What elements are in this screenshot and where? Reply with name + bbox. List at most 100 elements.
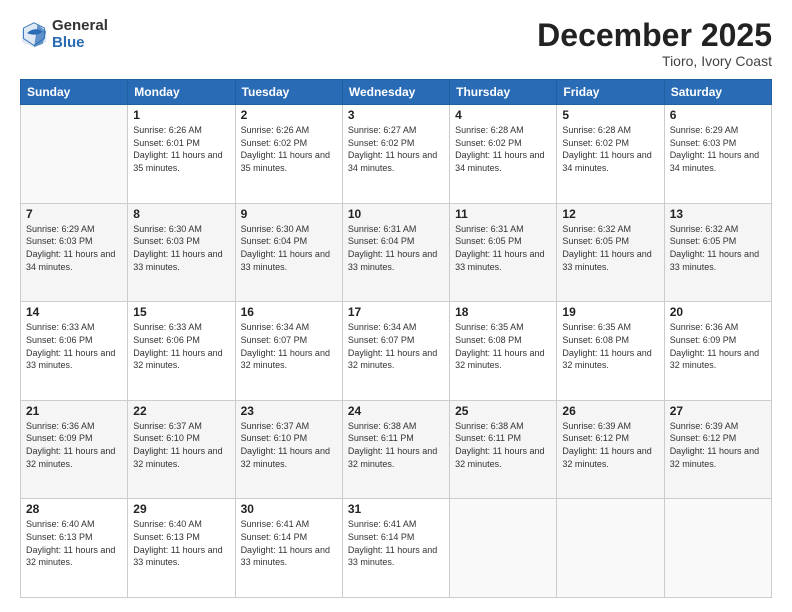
table-row: 9 Sunrise: 6:30 AMSunset: 6:04 PMDaylight… (235, 203, 342, 302)
calendar-page: General Blue December 2025 Tioro, Ivory … (0, 0, 792, 612)
table-row: 28Sunrise: 6:40 AMSunset: 6:13 PMDayligh… (21, 499, 128, 598)
day-info: Sunrise: 6:29 AMSunset: 6:03 PMDaylight:… (670, 124, 766, 174)
day-number: 26 (562, 404, 658, 418)
table-row (21, 105, 128, 204)
table-row: 30 Sunrise: 6:41 AMSunset: 6:14 PMDayligh… (235, 499, 342, 598)
day-info: Sunrise: 6:31 AMSunset: 6:05 PMDaylight:… (455, 223, 551, 273)
day-info: Sunrise: 6:41 AMSunset: 6:14 PMDaylight:… (241, 518, 337, 568)
table-row: 14Sunrise: 6:33 AMSunset: 6:06 PMDayligh… (21, 302, 128, 401)
day-info: Sunrise: 6:28 AMSunset: 6:02 PMDaylight:… (455, 124, 551, 174)
day-number: 12 (562, 207, 658, 221)
table-row: 5Sunrise: 6:28 AMSunset: 6:02 PMDaylight… (557, 105, 664, 204)
day-info: Sunrise: 6:29 AMSunset: 6:03 PMDaylight:… (26, 223, 122, 273)
table-row: 4Sunrise: 6:28 AMSunset: 6:02 PMDaylight… (450, 105, 557, 204)
col-tuesday: Tuesday (235, 80, 342, 105)
table-row (450, 499, 557, 598)
calendar-week-4: 21 Sunrise: 6:36 AMSunset: 6:09 PMDayligh… (21, 400, 772, 499)
day-info: Sunrise: 6:26 AMSunset: 6:01 PMDaylight:… (133, 124, 229, 174)
calendar-week-2: 7 Sunrise: 6:29 AMSunset: 6:03 PMDaylight… (21, 203, 772, 302)
table-row: 22 Sunrise: 6:37 AMSunset: 6:10 PMDayligh… (128, 400, 235, 499)
table-row: 15 Sunrise: 6:33 AMSunset: 6:06 PMDayligh… (128, 302, 235, 401)
logo-general: General (52, 18, 108, 35)
table-row: 27Sunrise: 6:39 AMSunset: 6:12 PMDayligh… (664, 400, 771, 499)
day-number: 3 (348, 108, 444, 122)
day-info: Sunrise: 6:26 AMSunset: 6:02 PMDaylight:… (241, 124, 337, 174)
day-number: 2 (241, 108, 337, 122)
day-info: Sunrise: 6:35 AMSunset: 6:08 PMDaylight:… (562, 321, 658, 371)
day-number: 29 (133, 502, 229, 516)
day-info: Sunrise: 6:34 AMSunset: 6:07 PMDaylight:… (241, 321, 337, 371)
day-info: Sunrise: 6:32 AMSunset: 6:05 PMDaylight:… (670, 223, 766, 273)
header: General Blue December 2025 Tioro, Ivory … (20, 18, 772, 69)
day-number: 6 (670, 108, 766, 122)
logo-blue: Blue (52, 35, 108, 52)
day-info: Sunrise: 6:37 AMSunset: 6:10 PMDaylight:… (133, 420, 229, 470)
day-info: Sunrise: 6:34 AMSunset: 6:07 PMDaylight:… (348, 321, 444, 371)
day-number: 7 (26, 207, 122, 221)
table-row: 1Sunrise: 6:26 AMSunset: 6:01 PMDaylight… (128, 105, 235, 204)
table-row: 10 Sunrise: 6:31 AMSunset: 6:04 PMDayligh… (342, 203, 449, 302)
col-monday: Monday (128, 80, 235, 105)
logo-icon (20, 21, 48, 49)
day-info: Sunrise: 6:30 AMSunset: 6:03 PMDaylight:… (133, 223, 229, 273)
day-info: Sunrise: 6:37 AMSunset: 6:10 PMDaylight:… (241, 420, 337, 470)
calendar-table: Sunday Monday Tuesday Wednesday Thursday… (20, 79, 772, 598)
table-row: 31 Sunrise: 6:41 AMSunset: 6:14 PMDayligh… (342, 499, 449, 598)
calendar-week-3: 14Sunrise: 6:33 AMSunset: 6:06 PMDayligh… (21, 302, 772, 401)
logo: General Blue (20, 18, 108, 51)
table-row: 2 Sunrise: 6:26 AMSunset: 6:02 PMDaylight… (235, 105, 342, 204)
table-row: 20Sunrise: 6:36 AMSunset: 6:09 PMDayligh… (664, 302, 771, 401)
table-row: 8 Sunrise: 6:30 AMSunset: 6:03 PMDaylight… (128, 203, 235, 302)
day-number: 22 (133, 404, 229, 418)
logo-text: General Blue (52, 18, 108, 51)
day-number: 21 (26, 404, 122, 418)
calendar-week-5: 28Sunrise: 6:40 AMSunset: 6:13 PMDayligh… (21, 499, 772, 598)
table-row: 17Sunrise: 6:34 AMSunset: 6:07 PMDayligh… (342, 302, 449, 401)
day-info: Sunrise: 6:40 AMSunset: 6:13 PMDaylight:… (26, 518, 122, 568)
day-number: 30 (241, 502, 337, 516)
day-info: Sunrise: 6:41 AMSunset: 6:14 PMDaylight:… (348, 518, 444, 568)
day-number: 15 (133, 305, 229, 319)
day-info: Sunrise: 6:33 AMSunset: 6:06 PMDaylight:… (133, 321, 229, 371)
table-row: 25Sunrise: 6:38 AMSunset: 6:11 PMDayligh… (450, 400, 557, 499)
col-wednesday: Wednesday (342, 80, 449, 105)
day-number: 9 (241, 207, 337, 221)
day-info: Sunrise: 6:28 AMSunset: 6:02 PMDaylight:… (562, 124, 658, 174)
day-number: 8 (133, 207, 229, 221)
day-info: Sunrise: 6:40 AMSunset: 6:13 PMDaylight:… (133, 518, 229, 568)
day-number: 24 (348, 404, 444, 418)
header-row: Sunday Monday Tuesday Wednesday Thursday… (21, 80, 772, 105)
table-row: 29 Sunrise: 6:40 AMSunset: 6:13 PMDayligh… (128, 499, 235, 598)
col-thursday: Thursday (450, 80, 557, 105)
day-number: 16 (241, 305, 337, 319)
table-row: 13Sunrise: 6:32 AMSunset: 6:05 PMDayligh… (664, 203, 771, 302)
day-number: 10 (348, 207, 444, 221)
col-friday: Friday (557, 80, 664, 105)
table-row: 16 Sunrise: 6:34 AMSunset: 6:07 PMDayligh… (235, 302, 342, 401)
day-info: Sunrise: 6:38 AMSunset: 6:11 PMDaylight:… (455, 420, 551, 470)
table-row: 18Sunrise: 6:35 AMSunset: 6:08 PMDayligh… (450, 302, 557, 401)
day-info: Sunrise: 6:36 AMSunset: 6:09 PMDaylight:… (26, 420, 122, 470)
col-saturday: Saturday (664, 80, 771, 105)
calendar-week-1: 1Sunrise: 6:26 AMSunset: 6:01 PMDaylight… (21, 105, 772, 204)
day-number: 31 (348, 502, 444, 516)
day-info: Sunrise: 6:39 AMSunset: 6:12 PMDaylight:… (670, 420, 766, 470)
day-info: Sunrise: 6:27 AMSunset: 6:02 PMDaylight:… (348, 124, 444, 174)
day-info: Sunrise: 6:31 AMSunset: 6:04 PMDaylight:… (348, 223, 444, 273)
day-number: 11 (455, 207, 551, 221)
day-info: Sunrise: 6:33 AMSunset: 6:06 PMDaylight:… (26, 321, 122, 371)
day-info: Sunrise: 6:30 AMSunset: 6:04 PMDaylight:… (241, 223, 337, 273)
table-row (557, 499, 664, 598)
table-row: 11 Sunrise: 6:31 AMSunset: 6:05 PMDayligh… (450, 203, 557, 302)
table-row: 23Sunrise: 6:37 AMSunset: 6:10 PMDayligh… (235, 400, 342, 499)
subtitle: Tioro, Ivory Coast (537, 53, 772, 69)
table-row: 3 Sunrise: 6:27 AMSunset: 6:02 PMDaylight… (342, 105, 449, 204)
day-number: 19 (562, 305, 658, 319)
table-row: 12Sunrise: 6:32 AMSunset: 6:05 PMDayligh… (557, 203, 664, 302)
table-row (664, 499, 771, 598)
title-block: December 2025 Tioro, Ivory Coast (537, 18, 772, 69)
table-row: 6 Sunrise: 6:29 AMSunset: 6:03 PMDaylight… (664, 105, 771, 204)
day-info: Sunrise: 6:36 AMSunset: 6:09 PMDaylight:… (670, 321, 766, 371)
table-row: 24Sunrise: 6:38 AMSunset: 6:11 PMDayligh… (342, 400, 449, 499)
main-title: December 2025 (537, 18, 772, 53)
